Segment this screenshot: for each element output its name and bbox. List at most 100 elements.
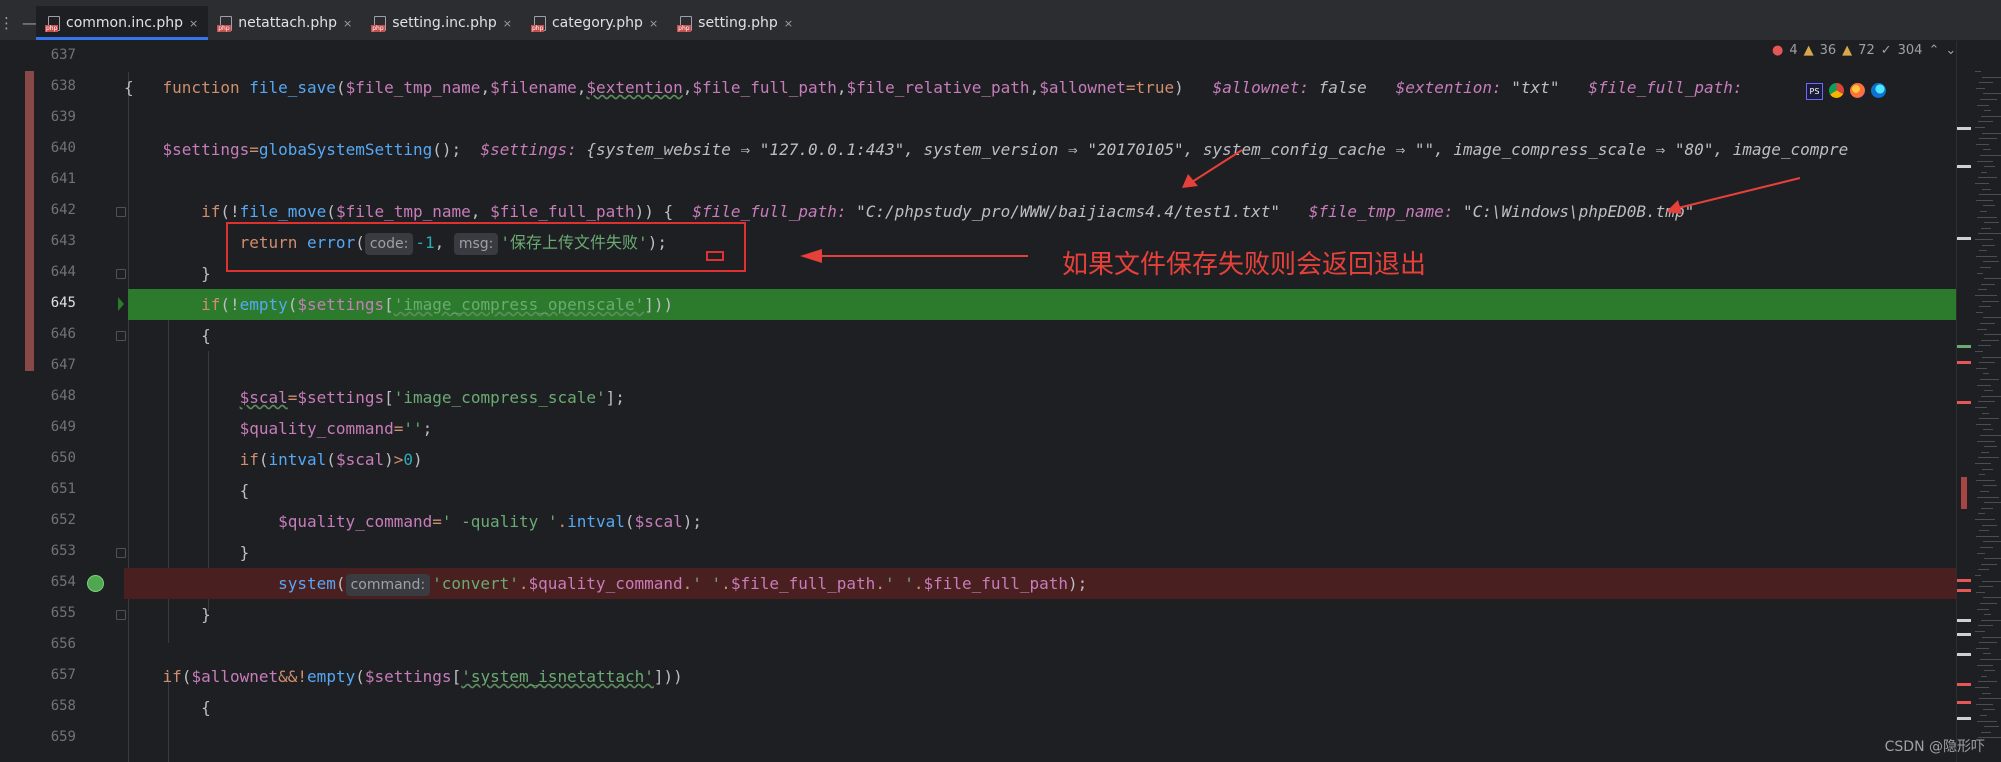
tab-setting-inc-php[interactable]: setting.inc.php × [362,6,522,40]
line-number: 655 [50,605,76,621]
minimap-line [1979,586,1993,588]
stripe-mark[interactable] [1957,127,1971,130]
string: ' -quality ' [441,512,558,531]
minimap-line [1976,423,1991,425]
firefox-icon[interactable] [1850,83,1865,98]
tab-setting-php[interactable]: setting.php × [668,6,803,40]
minimap-line [1976,479,1995,481]
stripe-mark[interactable] [1957,589,1971,592]
keyword: if [201,202,221,221]
minimap-line [1975,631,1985,632]
minimap-line [1983,205,1995,207]
minimap-line [1983,709,1995,711]
minimap-line [1977,440,1995,442]
string: 'image_compress_scale' [393,388,606,407]
minimap-line [1982,244,1995,246]
minimap-line [1975,519,1995,520]
minimap-line [1983,653,1991,655]
variable: $file_full_path [730,574,876,593]
php-file-icon [530,16,546,32]
stripe-mark[interactable] [1957,237,1971,240]
tab-common-inc-php[interactable]: common.inc.php × [36,6,209,40]
breakpoint-icon[interactable] [87,575,104,592]
close-icon[interactable]: × [784,17,793,30]
minimap-line [1980,267,1991,268]
minimap-line [1982,188,1991,190]
minimap-line [1981,507,1993,509]
line-number: 645 [50,295,76,311]
minimap-line [1975,351,1983,352]
code-line-648: $scal=$settings['image_compress_scale']; [239,388,625,407]
tab-netattach-php[interactable]: netattach.php × [208,6,362,40]
php-file-icon [45,16,60,32]
error-stripe[interactable] [1956,41,2001,762]
minimap-line [1982,692,1991,694]
line-number-gutter[interactable]: 637 638 639 640 641 642 643 644 645 646 647 648 649 6… [0,41,126,762]
line-number: 648 [50,388,76,404]
chrome-icon[interactable] [1829,83,1844,98]
minimap-line [1982,76,2001,78]
code-editor[interactable]: function file_save($file_tmp_name,$filen… [124,41,1956,762]
minimap-line [1975,687,1989,688]
collapse-icon[interactable]: ⋮ [0,14,14,32]
string: ' ' [884,574,914,593]
stripe-mark[interactable] [1957,619,1971,622]
minimap-line [1976,591,1985,593]
stripe-thumb[interactable] [1961,477,1967,509]
stripe-mark[interactable] [1957,401,1971,404]
phpstorm-icon[interactable]: PS [1806,83,1823,100]
minimap-line [1979,642,1997,644]
stripe-mark[interactable] [1957,361,1971,364]
brace: } [201,264,211,283]
weak-warning-icon: ✓ [1880,43,1892,58]
editor-tab-bar: ⋮— common.inc.php × netattach.php × sett… [0,6,2001,41]
chevron-down-icon[interactable]: ⌄ [1945,43,1956,58]
brace: { [124,78,134,97]
watermark: CSDN @隐形吓 [1884,739,1985,755]
stripe-mark[interactable] [1957,633,1971,636]
stripe-mark[interactable] [1957,683,1971,686]
close-icon[interactable]: × [503,17,512,30]
minimap-line [1983,597,2001,599]
line-number: 647 [50,357,76,373]
edge-icon[interactable] [1871,83,1886,98]
function-name: globaSystemSetting [258,140,433,159]
stripe-mark[interactable] [1957,653,1971,656]
minimize-icon[interactable]: — [22,14,37,32]
line-number: 639 [50,109,76,125]
vcs-change-marker [25,71,34,371]
brace: { [201,698,211,717]
function-name: file_move [239,202,327,221]
stripe-mark[interactable] [1957,717,1971,720]
line-number: 637 [50,47,76,63]
string: 'image_compress_openscale' [393,295,645,314]
stripe-mark[interactable] [1957,579,1971,582]
minimap-line [1977,272,1983,274]
string: 'convert' [432,574,519,593]
error-count: 4 [1789,43,1798,58]
tab-category-php[interactable]: category.php × [522,6,668,40]
close-icon[interactable]: × [343,17,352,30]
minimap-line [1984,446,1997,448]
minimap-line [1975,575,1981,576]
stripe-mark[interactable] [1957,165,1971,168]
code-line-649: $quality_command=''; [239,419,433,438]
php-file-icon [217,16,233,32]
minimap-line [1977,664,1993,666]
debug-value: "C:\Windows\phpED0B.tmp" [1463,202,1695,221]
minimap-line [1975,407,1987,408]
stripe-mark[interactable] [1957,345,1971,348]
tab-bar-controls[interactable]: ⋮ — [0,6,37,40]
code-line-651: { [124,475,1956,506]
minimap-line [1981,283,1995,285]
browser-preview-bar: PS [1806,83,1886,100]
close-icon[interactable]: × [649,17,658,30]
close-icon[interactable]: × [189,17,198,30]
inspection-widget[interactable]: ● 4 ▲ 36 ▲ 72 ✓ 304 ⌃ ⌄ [1772,43,1957,58]
minimap-line [1984,558,2001,560]
keyword: if [162,667,182,686]
line-number: 653 [50,543,76,559]
chevron-up-icon[interactable]: ⌃ [1928,43,1939,58]
stripe-mark[interactable] [1957,701,1971,704]
minimap-line [1978,513,1985,515]
